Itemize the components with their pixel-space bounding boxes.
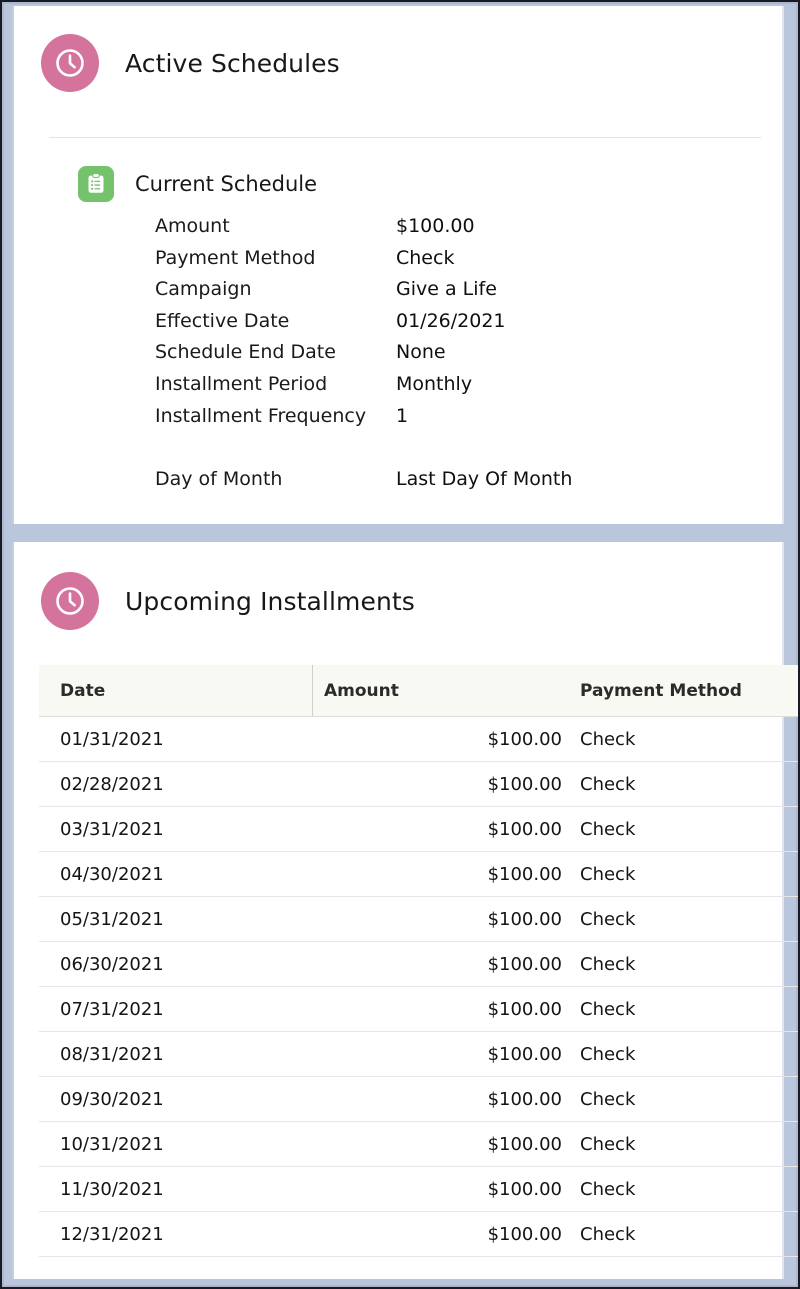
field-row: Installment Period Monthly bbox=[155, 369, 755, 401]
field-value: 01/26/2021 bbox=[396, 309, 506, 332]
table-row: 06/30/2021 $100.00 Check bbox=[39, 941, 798, 987]
cell-amount: $100.00 bbox=[312, 1121, 580, 1167]
field-label: Campaign bbox=[155, 278, 252, 301]
clipboard-list-icon bbox=[78, 166, 114, 202]
table-header: Date Amount Payment Method bbox=[39, 665, 798, 717]
active-schedules-header: Active Schedules bbox=[41, 34, 340, 92]
cell-date: 04/30/2021 bbox=[39, 851, 313, 897]
clock-icon bbox=[41, 572, 99, 630]
cell-date: 01/31/2021 bbox=[39, 716, 313, 762]
field-label: Installment Period bbox=[155, 372, 328, 395]
cell-amount: $100.00 bbox=[312, 1031, 580, 1077]
cell-amount: $100.00 bbox=[312, 1076, 580, 1122]
cell-date: 06/30/2021 bbox=[39, 941, 313, 987]
field-value: 1 bbox=[396, 404, 409, 427]
field-row: Installment Frequency 1 bbox=[155, 401, 755, 464]
cell-payment-method: Check bbox=[580, 1076, 798, 1122]
section-title: Upcoming Installments bbox=[125, 586, 415, 616]
field-value: $100.00 bbox=[396, 215, 475, 237]
page-title: Active Schedules bbox=[125, 48, 340, 78]
cell-date: 12/31/2021 bbox=[39, 1211, 313, 1257]
cell-amount: $100.00 bbox=[312, 806, 580, 852]
field-label: Day of Month bbox=[155, 467, 283, 490]
cell-payment-method: Check bbox=[580, 1031, 798, 1077]
installments-table: Date Amount Payment Method 01/31/2021 $1… bbox=[39, 665, 798, 1257]
table-row: 08/31/2021 $100.00 Check bbox=[39, 1031, 798, 1077]
field-row: Schedule End Date None bbox=[155, 337, 755, 369]
table-row: 12/31/2021 $100.00 Check bbox=[39, 1211, 798, 1257]
cell-date: 08/31/2021 bbox=[39, 1031, 313, 1077]
table-body: 01/31/2021 $100.00 Check 02/28/2021 $100… bbox=[39, 716, 798, 1257]
cell-date: 09/30/2021 bbox=[39, 1076, 313, 1122]
cell-amount: $100.00 bbox=[312, 851, 580, 897]
column-header-payment-method[interactable]: Payment Method bbox=[580, 665, 798, 717]
field-value: None bbox=[396, 341, 446, 364]
cell-payment-method: Check bbox=[580, 761, 798, 807]
cell-amount: $100.00 bbox=[312, 941, 580, 987]
field-label: Schedule End Date bbox=[155, 341, 336, 364]
table-row: 11/30/2021 $100.00 Check bbox=[39, 1166, 798, 1212]
cell-payment-method: Check bbox=[580, 941, 798, 987]
table-row: 07/31/2021 $100.00 Check bbox=[39, 986, 798, 1032]
cell-amount: $100.00 bbox=[312, 1166, 580, 1212]
cell-payment-method: Check bbox=[580, 806, 798, 852]
table-row: 01/31/2021 $100.00 Check bbox=[39, 716, 798, 762]
clock-icon bbox=[41, 34, 99, 92]
current-schedule-field-list: Amount $100.00 Payment Method Check Camp… bbox=[155, 211, 755, 495]
field-value: Give a Life bbox=[396, 278, 497, 301]
column-header-amount[interactable]: Amount bbox=[312, 665, 580, 717]
cell-amount: $100.00 bbox=[312, 896, 580, 942]
cell-amount: $100.00 bbox=[312, 986, 580, 1032]
field-row: Day of Month Last Day Of Month bbox=[155, 464, 755, 496]
field-value: Last Day Of Month bbox=[396, 467, 573, 490]
cell-amount: $100.00 bbox=[312, 1211, 580, 1257]
table-row: 03/31/2021 $100.00 Check bbox=[39, 806, 798, 852]
upcoming-installments-header: Upcoming Installments bbox=[41, 572, 415, 630]
active-schedules-card: Active Schedules Current Schedule Amount… bbox=[12, 6, 784, 524]
field-label: Amount bbox=[155, 215, 230, 237]
cell-payment-method: Check bbox=[580, 986, 798, 1032]
cell-date: 05/31/2021 bbox=[39, 896, 313, 942]
field-value: Check bbox=[396, 246, 455, 269]
cell-amount: $100.00 bbox=[312, 761, 580, 807]
cell-payment-method: Check bbox=[580, 716, 798, 762]
window-frame: Active Schedules Current Schedule Amount… bbox=[0, 0, 800, 1289]
field-row: Campaign Give a Life bbox=[155, 274, 755, 306]
field-row: Payment Method Check bbox=[155, 243, 755, 275]
field-row: Effective Date 01/26/2021 bbox=[155, 306, 755, 338]
current-schedule-title: Current Schedule bbox=[135, 172, 318, 196]
cell-date: 10/31/2021 bbox=[39, 1121, 313, 1167]
upcoming-installments-card: Upcoming Installments Date Amount Paymen… bbox=[12, 542, 798, 1279]
table-header-row: Date Amount Payment Method bbox=[39, 665, 798, 717]
field-label: Payment Method bbox=[155, 246, 316, 269]
table-row: 04/30/2021 $100.00 Check bbox=[39, 851, 798, 897]
cell-date: 07/31/2021 bbox=[39, 986, 313, 1032]
cell-payment-method: Check bbox=[580, 896, 798, 942]
cell-date: 02/28/2021 bbox=[39, 761, 313, 807]
cell-date: 03/31/2021 bbox=[39, 806, 313, 852]
table-row: 10/31/2021 $100.00 Check bbox=[39, 1121, 798, 1167]
table-row: 02/28/2021 $100.00 Check bbox=[39, 761, 798, 807]
field-value: Monthly bbox=[396, 372, 473, 395]
table-row: 09/30/2021 $100.00 Check bbox=[39, 1076, 798, 1122]
field-row: Amount $100.00 bbox=[155, 211, 755, 243]
cell-payment-method: Check bbox=[580, 1166, 798, 1212]
field-label: Installment Frequency bbox=[155, 404, 367, 427]
current-schedule-header: Current Schedule bbox=[78, 166, 317, 202]
cell-amount: $100.00 bbox=[312, 716, 580, 762]
cell-payment-method: Check bbox=[580, 1211, 798, 1257]
table-row: 05/31/2021 $100.00 Check bbox=[39, 896, 798, 942]
column-header-date[interactable]: Date bbox=[39, 665, 313, 717]
cell-payment-method: Check bbox=[580, 1121, 798, 1167]
field-label: Effective Date bbox=[155, 309, 290, 332]
header-divider bbox=[49, 137, 761, 138]
cell-payment-method: Check bbox=[580, 851, 798, 897]
cell-date: 11/30/2021 bbox=[39, 1166, 313, 1212]
